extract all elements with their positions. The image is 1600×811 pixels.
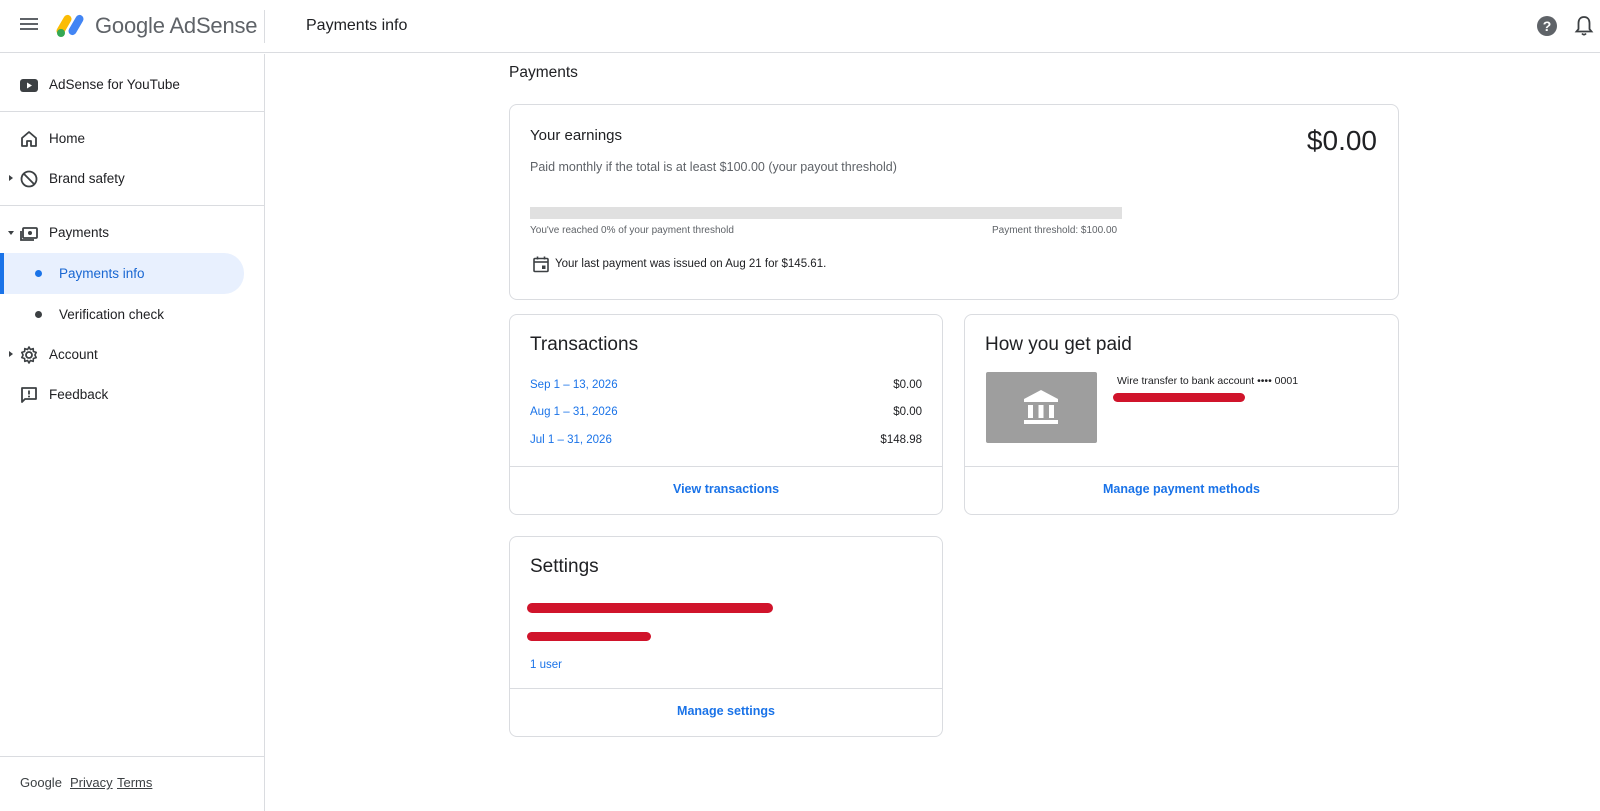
sidebar-item-brand-safety[interactable]: Brand safety <box>0 159 264 199</box>
bullet-dot-icon <box>35 270 42 277</box>
transactions-card: Transactions Sep 1 – 13, 2026 $0.00 Aug … <box>509 314 943 515</box>
payment-method-card: How you get paid Wire transfer to bank a… <box>964 314 1399 515</box>
card-footer: Manage payment methods <box>965 466 1398 514</box>
earnings-subtitle: Paid monthly if the total is at least $1… <box>530 160 897 174</box>
card-footer: View transactions <box>510 466 942 514</box>
settings-card: Settings 1 user Manage settings <box>509 536 943 737</box>
transaction-amount: $0.00 <box>893 406 922 418</box>
earnings-title: Your earnings <box>530 127 623 144</box>
transaction-row: Jul 1 – 31, 2026 $148.98 <box>530 434 922 454</box>
help-icon[interactable]: ? <box>1537 16 1557 36</box>
sidebar-item-label: Account <box>49 347 98 362</box>
sidebar-item-label: Payments info <box>59 266 145 281</box>
sidebar-item-payments[interactable]: Payments <box>0 213 264 253</box>
manage-settings-link[interactable]: Manage settings <box>510 704 942 718</box>
sidebar-item-label: Feedback <box>49 387 109 402</box>
footer-brand: Google <box>20 775 62 790</box>
sidebar-item-label: Verification check <box>59 307 165 322</box>
youtube-icon <box>20 79 38 92</box>
transaction-date-link[interactable]: Sep 1 – 13, 2026 <box>530 379 618 391</box>
threshold-progress-bar <box>530 207 1122 219</box>
bank-image <box>986 372 1097 443</box>
sidebar-item-feedback[interactable]: Feedback <box>0 375 264 415</box>
app-logo-text: Google AdSense <box>95 13 258 38</box>
sidebar-item-account[interactable]: Account <box>0 335 264 375</box>
sidebar: AdSense for YouTube Home Brand safety Pa… <box>0 54 265 811</box>
sidebar-footer: Google Privacy Terms <box>0 756 264 811</box>
progress-reached-label: You've reached 0% of your payment thresh… <box>530 225 734 236</box>
sidebar-item-payments-info[interactable]: Payments info <box>0 253 244 294</box>
sidebar-item-verification-check[interactable]: Verification check <box>0 294 244 335</box>
sidebar-item-label: Home <box>49 131 86 146</box>
menu-icon[interactable] <box>18 15 40 37</box>
transaction-row: Aug 1 – 31, 2026 $0.00 <box>530 406 922 426</box>
gear-icon <box>21 346 37 364</box>
section-title: Payments <box>509 64 578 81</box>
privacy-link[interactable]: Privacy <box>70 775 113 790</box>
sidebar-item-adsense-for-youtube[interactable]: AdSense for YouTube <box>0 65 264 105</box>
transaction-amount: $148.98 <box>880 434 922 446</box>
block-icon <box>20 170 38 188</box>
bank-icon <box>1024 390 1058 424</box>
notifications-bell-icon[interactable] <box>1574 15 1594 37</box>
transaction-date-link[interactable]: Aug 1 – 31, 2026 <box>530 406 618 418</box>
feedback-icon <box>21 387 37 403</box>
transaction-row: Sep 1 – 13, 2026 $0.00 <box>530 379 922 399</box>
view-transactions-link[interactable]: View transactions <box>510 482 942 496</box>
last-payment-text: Your last payment was issued on Aug 21 f… <box>555 258 827 270</box>
sidebar-item-label: AdSense for YouTube <box>49 77 180 92</box>
adsense-logo-icon <box>56 14 84 37</box>
terms-link[interactable]: Terms <box>117 775 152 790</box>
users-link[interactable]: 1 user <box>530 659 562 671</box>
transaction-date-link[interactable]: Jul 1 – 31, 2026 <box>530 434 612 446</box>
payment-method-title: How you get paid <box>985 334 1132 355</box>
earnings-card: Your earnings Paid monthly if the total … <box>509 104 1399 300</box>
expand-caret-icon <box>9 351 13 357</box>
home-icon <box>21 131 37 147</box>
payment-threshold-label: Payment threshold: $100.00 <box>992 225 1118 236</box>
redaction-mark <box>1113 393 1245 402</box>
sidebar-divider <box>0 205 264 206</box>
earnings-amount: $0.00 <box>1306 125 1377 156</box>
payments-icon <box>20 227 38 241</box>
sidebar-item-home[interactable]: Home <box>0 119 264 159</box>
payment-method-text: Wire transfer to bank account •••• 0001 <box>1117 375 1299 387</box>
page-title: Payments info <box>306 17 408 34</box>
settings-title: Settings <box>530 556 599 577</box>
transactions-title: Transactions <box>530 334 639 355</box>
transaction-amount: $0.00 <box>893 379 922 391</box>
bullet-dot-icon <box>35 311 42 318</box>
calendar-icon <box>533 256 549 273</box>
card-footer: Manage settings <box>510 688 942 736</box>
sidebar-divider <box>0 111 264 112</box>
sidebar-item-label: Brand safety <box>49 171 125 186</box>
redaction-mark <box>527 603 773 613</box>
collapse-caret-icon <box>8 231 14 235</box>
manage-payment-methods-link[interactable]: Manage payment methods <box>965 482 1398 496</box>
sidebar-item-label: Payments <box>49 225 110 240</box>
redaction-mark <box>527 632 651 641</box>
expand-caret-icon <box>9 175 13 181</box>
top-app-bar: Google AdSense Payments info ? <box>0 0 1600 53</box>
topbar-divider <box>264 10 265 43</box>
